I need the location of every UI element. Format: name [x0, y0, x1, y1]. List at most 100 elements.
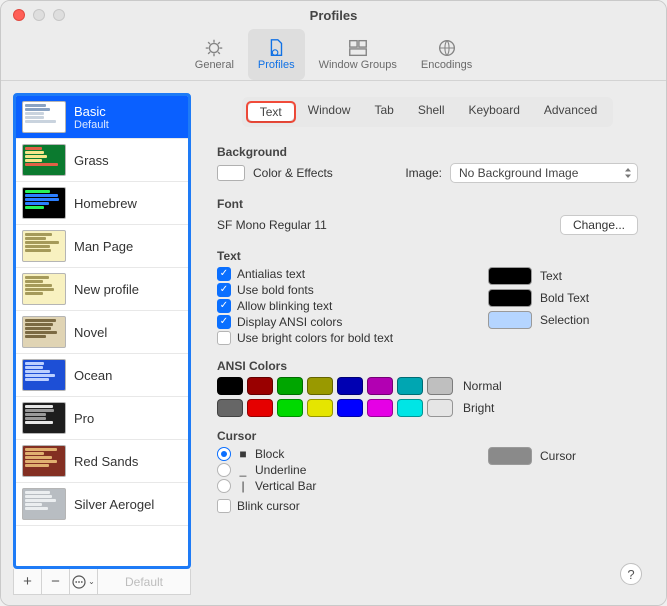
set-default-button[interactable]: Default: [98, 569, 190, 594]
profile-row-ocean[interactable]: Ocean: [16, 354, 188, 397]
color-well-selection[interactable]: [488, 311, 532, 329]
checkbox-label: Use bright colors for bold text: [237, 331, 393, 345]
profile-thumbnail: [22, 359, 66, 391]
tab-keyboard[interactable]: Keyboard: [457, 101, 532, 123]
settings-tabs: TextWindowTabShellKeyboardAdvanced: [211, 97, 644, 127]
checkbox-use-bright-colors-for-bold-text[interactable]: [217, 331, 231, 345]
ansi-normal-swatch-5[interactable]: [367, 377, 393, 395]
cursor-style-vertical-bar[interactable]: [217, 479, 231, 493]
ansi-bright-swatch-4[interactable]: [337, 399, 363, 417]
profile-actions-menu[interactable]: ⌄: [70, 569, 98, 594]
toolbar-general-label: General: [195, 59, 234, 71]
tab-advanced[interactable]: Advanced: [532, 101, 609, 123]
profile-thumbnail: [22, 402, 66, 434]
background-image-label: Image:: [405, 166, 442, 180]
tab-text[interactable]: Text: [248, 103, 294, 121]
background-color-label: Color & Effects: [253, 166, 333, 180]
checkbox-blink-cursor[interactable]: [217, 499, 231, 513]
tab-window[interactable]: Window: [296, 101, 363, 123]
profile-row-pro[interactable]: Pro: [16, 397, 188, 440]
profile-thumbnail: [22, 144, 66, 176]
ansi-normal-swatch-2[interactable]: [277, 377, 303, 395]
ansi-bright-swatch-0[interactable]: [217, 399, 243, 417]
ansi-normal-swatch-7[interactable]: [427, 377, 453, 395]
profile-row-silver-aerogel[interactable]: Silver Aerogel: [16, 483, 188, 526]
checkbox-label: Use bold fonts: [237, 283, 314, 297]
profile-name: Novel: [74, 325, 107, 340]
window-title: Profiles: [1, 8, 666, 23]
close-window-button[interactable]: [13, 9, 25, 21]
ansi-bright-swatch-5[interactable]: [367, 399, 393, 417]
ansi-row-label: Normal: [463, 379, 502, 393]
ansi-bright-swatch-6[interactable]: [397, 399, 423, 417]
ansi-bright-swatch-3[interactable]: [307, 399, 333, 417]
window-groups-icon: [346, 37, 370, 59]
checkbox-use-bold-fonts[interactable]: [217, 283, 231, 297]
toolbar-window-groups[interactable]: Window Groups: [309, 29, 407, 80]
main-content: BasicDefault Grass Homebrew Man Page New pro…: [1, 81, 666, 605]
toolbar-encodings[interactable]: Encodings: [411, 29, 482, 80]
preferences-window: Profiles General Profiles Window Groups …: [0, 0, 667, 606]
ansi-normal-swatch-1[interactable]: [247, 377, 273, 395]
profile-row-red-sands[interactable]: Red Sands: [16, 440, 188, 483]
profile-name: New profile: [74, 282, 139, 297]
color-well-text[interactable]: [488, 267, 532, 285]
ansi-row-label: Bright: [463, 401, 494, 415]
profile-row-man-page[interactable]: Man Page: [16, 225, 188, 268]
color-well-cursor[interactable]: [488, 447, 532, 465]
minimize-window-button[interactable]: [33, 9, 45, 21]
ansi-normal-swatch-3[interactable]: [307, 377, 333, 395]
change-font-button[interactable]: Change...: [560, 215, 638, 235]
cursor-style-label: Underline: [255, 463, 306, 477]
toolbar-profiles-label: Profiles: [258, 59, 295, 71]
profiles-sidebar: BasicDefault Grass Homebrew Man Page New pro…: [13, 93, 191, 595]
toolbar-profiles[interactable]: Profiles: [248, 29, 305, 80]
ansi-bright-swatch-1[interactable]: [247, 399, 273, 417]
profile-name: Pro: [74, 411, 94, 426]
help-button[interactable]: ?: [620, 563, 642, 585]
profile-row-homebrew[interactable]: Homebrew: [16, 182, 188, 225]
cursor-style-block[interactable]: [217, 447, 231, 461]
checkbox-antialias-text[interactable]: [217, 267, 231, 281]
ansi-normal-swatch-0[interactable]: [217, 377, 243, 395]
ansi-bright-swatch-2[interactable]: [277, 399, 303, 417]
profile-row-new-profile[interactable]: New profile: [16, 268, 188, 311]
section-cursor-heading: Cursor: [217, 429, 638, 443]
checkbox-label: Blink cursor: [237, 499, 300, 513]
chevron-down-icon: ⌄: [88, 577, 95, 586]
checkbox-allow-blinking-text[interactable]: [217, 299, 231, 313]
cursor-glyph-icon: ■: [237, 447, 249, 461]
tab-tab[interactable]: Tab: [362, 101, 405, 123]
add-profile-button[interactable]: +: [14, 569, 42, 594]
ansi-bright-swatch-7[interactable]: [427, 399, 453, 417]
ansi-normal-swatch-4[interactable]: [337, 377, 363, 395]
section-background-heading: Background: [217, 145, 638, 159]
gear-icon: [202, 37, 226, 59]
ansi-normal-swatch-6[interactable]: [397, 377, 423, 395]
document-gear-icon: [264, 37, 288, 59]
checkbox-label: Antialias text: [237, 267, 305, 281]
profile-name: Silver Aerogel: [74, 497, 154, 512]
profile-thumbnail: [22, 273, 66, 305]
font-value: SF Mono Regular 11: [217, 218, 327, 232]
profile-row-novel[interactable]: Novel: [16, 311, 188, 354]
checkbox-label: Allow blinking text: [237, 299, 332, 313]
zoom-window-button[interactable]: [53, 9, 65, 21]
titlebar: Profiles: [1, 1, 666, 29]
profile-name: Red Sands: [74, 454, 138, 469]
profile-list[interactable]: BasicDefault Grass Homebrew Man Page New pro…: [13, 93, 191, 569]
remove-profile-button[interactable]: −: [42, 569, 70, 594]
background-image-popup[interactable]: No Background Image: [450, 163, 638, 183]
profile-row-grass[interactable]: Grass: [16, 139, 188, 182]
toolbar-general[interactable]: General: [185, 29, 244, 80]
cursor-style-label: Block: [255, 447, 284, 461]
checkbox-display-ansi-colors[interactable]: [217, 315, 231, 329]
background-color-well[interactable]: [217, 165, 245, 181]
globe-icon: [435, 37, 459, 59]
profile-name: Homebrew: [74, 196, 137, 211]
cursor-style-underline[interactable]: [217, 463, 231, 477]
profile-row-basic[interactable]: BasicDefault: [16, 96, 188, 139]
profile-name: Grass: [74, 153, 109, 168]
color-well-bold-text[interactable]: [488, 289, 532, 307]
tab-shell[interactable]: Shell: [406, 101, 457, 123]
